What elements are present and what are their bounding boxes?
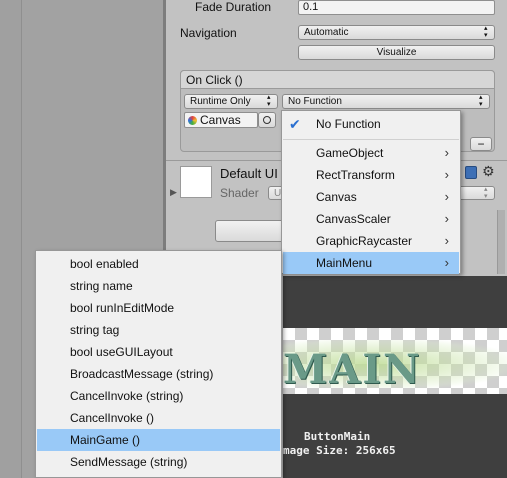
inspector-scrollbar[interactable] [497,210,505,274]
function-dropdown[interactable]: No Function [282,94,490,109]
onclick-title: On Click () [186,73,243,87]
checkmark-icon: ✔ [289,116,301,132]
fade-duration-field[interactable]: 0.1 [298,0,495,15]
menu-item-string-name[interactable]: string name [37,275,280,297]
image-size-label: mage Size: 256x65 [283,444,396,457]
shader-label: Shader [220,186,259,200]
menu-item-label: CanvasScaler [316,212,391,226]
menu-item-label: No Function [316,117,381,131]
menu-item-label: MainMenu [316,256,373,270]
navigation-label: Navigation [180,26,237,40]
chevron-right-icon: › [444,189,449,204]
sprite-art-text: MAIN [283,346,422,393]
menu-item-label: GraphicRaycaster [316,234,413,248]
menu-item-label: SendMessage (string) [70,455,188,469]
menu-item-label: Canvas [316,190,357,204]
menu-item-graphicraycaster[interactable]: GraphicRaycaster › [283,230,459,252]
menu-item-label: CancelInvoke () [70,411,155,425]
menu-item-run-in-edit-mode[interactable]: bool runInEditMode [37,297,280,319]
menu-item-canvasscaler[interactable]: CanvasScaler › [283,208,459,230]
menu-item-label: string name [70,279,133,293]
fade-duration-label: Fade Duration [195,0,272,14]
canvas-object-icon [188,116,197,125]
menu-item-string-tag[interactable]: string tag [37,319,280,341]
menu-separator [283,139,459,140]
menu-item-send-message[interactable]: SendMessage (string) [37,451,280,473]
menu-item-bool-enabled[interactable]: bool enabled [37,253,280,275]
chevron-right-icon: › [444,255,449,270]
menu-item-label: RectTransform [316,168,395,182]
menu-item-label: MainGame () [70,433,141,447]
menu-item-cancel-invoke-string[interactable]: CancelInvoke (string) [37,385,280,407]
help-book-icon[interactable] [465,166,477,179]
target-object-field[interactable]: Canvas [184,112,258,128]
menu-item-gameobject[interactable]: GameObject › [283,142,459,164]
target-object-name: Canvas [200,113,241,127]
visualize-button[interactable]: Visualize [298,45,495,60]
object-picker-button[interactable] [258,112,276,128]
menu-item-canvas[interactable]: Canvas › [283,186,459,208]
foldout-arrow-icon[interactable]: ▶ [170,187,177,198]
menu-item-cancel-invoke[interactable]: CancelInvoke () [37,407,280,429]
menu-item-label: CancelInvoke (string) [70,389,184,403]
menu-item-label: string tag [70,323,120,337]
menu-item-recttransform[interactable]: RectTransform › [283,164,459,186]
menu-item-label: bool useGUILayout [70,345,173,359]
chevron-right-icon: › [444,211,449,226]
left-tool-strip [0,0,22,478]
runtime-mode-dropdown[interactable]: Runtime Only [184,94,278,109]
sprite-name: ButtonMain [304,430,371,443]
menu-item-label: bool runInEditMode [70,301,175,315]
chevron-right-icon: › [444,145,449,160]
navigation-dropdown[interactable]: Automatic [298,25,495,40]
chevron-right-icon: › [444,167,449,182]
function-menu: ✔ No Function GameObject › RectTransform… [281,110,461,274]
menu-item-label: BroadcastMessage (string) [70,367,214,381]
menu-item-no-function[interactable]: ✔ No Function [283,113,459,135]
menu-item-use-gui-layout[interactable]: bool useGUILayout [37,341,280,363]
remove-listener-button[interactable]: − [470,137,492,151]
menu-item-mainmenu[interactable]: MainMenu › [283,252,459,274]
material-thumbnail [180,166,212,198]
menu-item-broadcast-message[interactable]: BroadcastMessage (string) [37,363,280,385]
menu-item-label: GameObject [316,146,384,160]
menu-item-label: bool enabled [70,257,139,271]
gear-icon[interactable]: ⚙ [482,163,495,180]
material-name: Default UI [220,166,278,181]
menu-item-main-game[interactable]: MainGame () [37,429,280,451]
object-picker-icon [263,116,271,124]
chevron-right-icon: › [444,233,449,248]
method-submenu: bool enabled string name bool runInEditM… [35,250,282,478]
